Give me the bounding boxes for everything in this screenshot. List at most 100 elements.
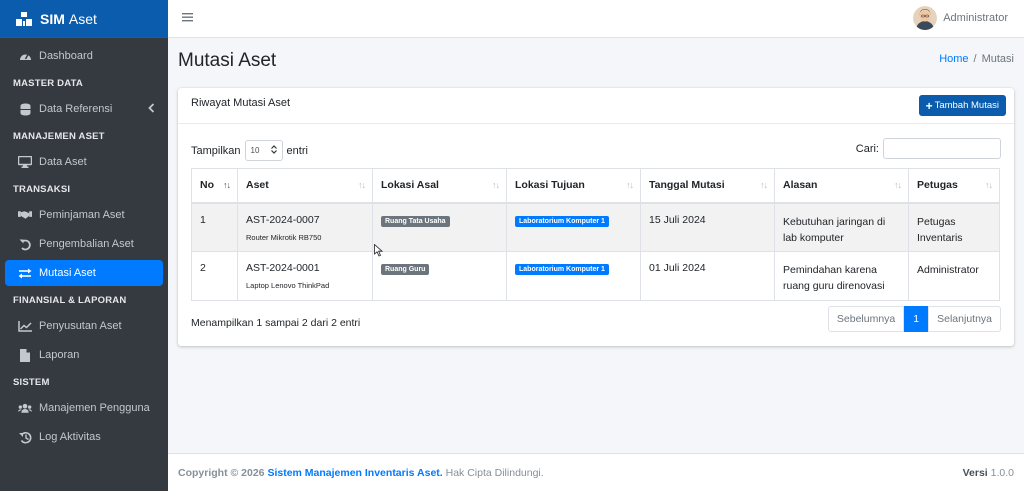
entries-label: entri <box>286 144 308 157</box>
user-name: Administrator <box>943 12 1008 24</box>
asset-code: AST-2024-0007 <box>246 213 320 226</box>
asset-name: Router Mikrotik RB750 <box>246 232 322 242</box>
sidebar-item-mutasi-aset[interactable]: Mutasi Aset <box>5 260 163 286</box>
chart-line-icon <box>18 319 32 333</box>
cell-alasan: Kebutuhan jaringan di lab komputer <box>774 202 909 252</box>
card-title: Riwayat Mutasi Aset <box>191 97 291 109</box>
version-label: Versi <box>962 467 988 479</box>
brand-suffix: Aset <box>68 10 97 27</box>
sidebar-header-master-data: MASTER DATA <box>13 78 83 89</box>
add-mutation-button[interactable]: + Tambah Mutasi <box>918 95 1006 116</box>
column-header-tanggal-mutasi[interactable]: Tanggal Mutasi ↑↓ <box>640 168 775 204</box>
sidebar-nav: Dashboard MASTER DATA Data Referensi MAN… <box>0 38 168 450</box>
sort-icon: ↑↓ <box>760 180 768 190</box>
sidebar-item-label: Penyusutan Aset <box>39 320 122 332</box>
brand[interactable]: SIM Aset <box>0 0 168 38</box>
copyright-text: Copyright © 2026 <box>178 467 265 479</box>
sidebar-item-label: Laporan <box>39 349 80 361</box>
asset-name: Laptop Lenovo ThinkPad <box>246 281 330 290</box>
cell-petugas: Petugas Inventaris <box>908 202 1000 252</box>
column-header-lokasi-tujuan[interactable]: Lokasi Tujuan ↑↓ <box>506 168 641 204</box>
mutation-table: No ↑↓ Aset ↑↓ Lokasi Asal ↑↓ Lokasi Tujuan ↑… <box>191 168 1000 301</box>
cell-lokasi-tujuan: Laboratorium Komputer 1 <box>506 202 641 252</box>
sidebar-item-label: Data Referensi <box>39 103 113 115</box>
column-header-no[interactable]: No ↑↓ <box>191 168 238 204</box>
users-icon <box>18 401 32 415</box>
pagination-previous[interactable]: Sebelumnya <box>827 306 905 332</box>
pagination: Sebelumnya 1 Selanjutnya <box>827 306 1001 332</box>
sidebar-item-data-aset[interactable]: Data Aset <box>5 149 163 175</box>
page-length-select[interactable]: 10 <box>244 140 283 161</box>
column-header-alasan[interactable]: Alasan ↑↓ <box>774 168 909 204</box>
column-header-lokasi-asal[interactable]: Lokasi Asal ↑↓ <box>372 168 507 204</box>
footer-rights: Hak Cipta Dilindungi. <box>445 467 544 479</box>
footer-version: Versi 1.0.0 <box>963 467 1014 479</box>
sort-icon: ↑↓ <box>894 180 902 190</box>
undo-icon <box>18 237 32 251</box>
breadcrumb: Home / Mutasi <box>939 53 1014 65</box>
breadcrumb-current: Mutasi <box>981 53 1014 65</box>
location-badge: Ruang Guru <box>381 264 430 275</box>
sidebar-item-penyusutan-aset[interactable]: Penyusutan Aset <box>5 313 163 339</box>
cell-petugas: Administrator <box>908 251 1000 301</box>
table-row: 1 AST-2024-0007 Router Mikrotik RB750 Ru… <box>191 202 1000 252</box>
exchange-icon <box>18 266 32 280</box>
sidebar-item-pengembalian-aset[interactable]: Pengembalian Aset <box>5 231 163 257</box>
user-menu[interactable]: Administrator <box>913 6 1008 30</box>
sidebar-header-manajemen-aset: MANAJEMEN ASET <box>13 131 105 142</box>
mutation-history-card: Riwayat Mutasi Aset + Tambah Mutasi Tamp… <box>178 88 1014 346</box>
pagination-page-1[interactable]: 1 <box>904 306 929 332</box>
history-icon <box>18 430 32 444</box>
cell-tanggal: 01 Juli 2024 <box>640 251 775 301</box>
asset-code: AST-2024-0001 <box>246 262 320 274</box>
location-badge: Laboratorium Komputer 1 <box>515 264 609 275</box>
search-input[interactable] <box>883 138 1001 159</box>
column-header-petugas[interactable]: Petugas ↑↓ <box>908 168 1000 204</box>
breadcrumb-home-link[interactable]: Home <box>939 53 968 65</box>
top-navbar: Administrator <box>168 0 1024 38</box>
card-header: Riwayat Mutasi Aset + Tambah Mutasi <box>178 88 1014 124</box>
pagination-next[interactable]: Selanjutnya <box>928 306 1001 332</box>
cell-no: 1 <box>191 202 238 252</box>
brand-name: SIM <box>40 10 65 27</box>
cell-alasan: Pemindahan karena ruang guru direnovasi <box>774 251 909 301</box>
sidebar-item-data-referensi[interactable]: Data Referensi <box>5 96 163 122</box>
cell-tanggal: 15 Juli 2024 <box>640 202 775 252</box>
page-length-value: 10 <box>250 146 260 155</box>
cell-aset: AST-2024-0007 Router Mikrotik RB750 <box>237 202 373 252</box>
sidebar-item-manajemen-pengguna[interactable]: Manajemen Pengguna <box>5 395 163 421</box>
version-number: 1.0.0 <box>990 467 1014 479</box>
sidebar: SIM Aset Dashboard MASTER DATA Data Refe… <box>0 0 168 491</box>
sort-updown-icon <box>270 145 277 156</box>
sort-icon: ↑↓ <box>626 180 634 190</box>
cell-no: 2 <box>191 251 238 301</box>
table-row: 2 AST-2024-0001 Laptop Lenovo ThinkPad R… <box>191 251 1000 301</box>
show-label: Tampilkan <box>191 144 241 157</box>
sidebar-item-log-aktivitas[interactable]: Log Aktivitas <box>5 424 163 450</box>
table-info: Menampilkan 1 sampai 2 dari 2 entri <box>191 317 361 329</box>
footer-copyright: Copyright © 2026 Sistem Manajemen Invent… <box>178 467 544 479</box>
sidebar-item-label: Mutasi Aset <box>39 267 96 279</box>
main-content: Mutasi Aset Home / Mutasi Riwayat Mutasi A… <box>168 38 1024 453</box>
mouse-cursor-icon <box>374 244 383 257</box>
sidebar-header-transaksi: TRANSAKSI <box>13 184 71 195</box>
sidebar-item-label: Manajemen Pengguna <box>39 402 150 414</box>
sort-icon: ↑↓ <box>492 180 500 190</box>
boxes-icon <box>16 11 32 26</box>
sidebar-item-peminjaman-aset[interactable]: Peminjaman Aset <box>5 202 163 228</box>
footer-system-link[interactable]: Sistem Manajemen Inventaris Aset. <box>267 467 442 479</box>
sidebar-item-label: Peminjaman Aset <box>39 209 125 221</box>
location-badge: Ruang Tata Usaha <box>381 215 450 227</box>
table-header-row: No ↑↓ Aset ↑↓ Lokasi Asal ↑↓ Lokasi Tujuan ↑… <box>191 168 1000 204</box>
sidebar-item-dashboard[interactable]: Dashboard <box>5 43 163 69</box>
plus-icon: + <box>925 98 933 113</box>
page-length-control: Tampilkan 10 entri <box>191 140 308 161</box>
location-badge: Laboratorium Komputer 1 <box>515 215 609 227</box>
sidebar-item-label: Log Aktivitas <box>39 431 101 443</box>
desktop-icon <box>18 155 32 169</box>
cell-lokasi-asal: Ruang Guru <box>372 251 507 301</box>
column-header-aset[interactable]: Aset ↑↓ <box>237 168 373 204</box>
cell-lokasi-tujuan: Laboratorium Komputer 1 <box>506 251 641 301</box>
sidebar-item-laporan[interactable]: Laporan <box>5 342 163 368</box>
hamburger-menu-icon[interactable] <box>182 12 193 25</box>
